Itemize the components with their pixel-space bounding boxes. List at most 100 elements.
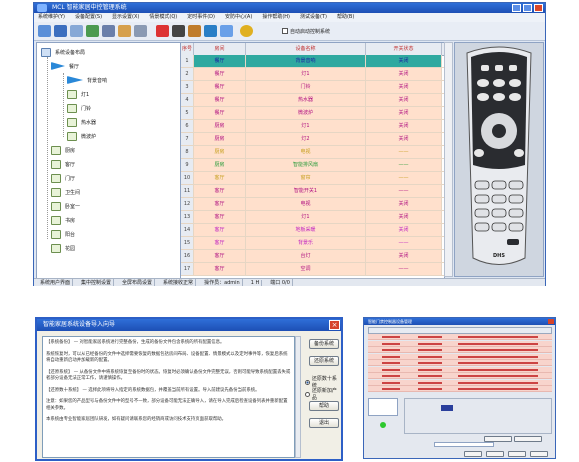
grid-row[interactable]: 7 厨房 灯2 关闭 xyxy=(181,133,444,146)
row-device: 热水器 xyxy=(246,94,366,106)
exit-button[interactable]: 退出 xyxy=(309,418,339,428)
grid-row[interactable]: 10 客厅 窗帘 —— xyxy=(181,172,444,185)
tree-item-label: 阳台 xyxy=(65,231,76,238)
small-table-row[interactable] xyxy=(368,334,552,340)
help-icon[interactable] xyxy=(240,25,253,37)
small-cancel-button[interactable] xyxy=(508,451,526,457)
device-icon xyxy=(51,173,61,183)
restore-button[interactable]: 还原系统 xyxy=(309,356,339,366)
backup-button[interactable]: 备份系统 xyxy=(309,339,339,349)
grid-scrollbar[interactable] xyxy=(444,42,453,277)
grid-row[interactable]: 17 客厅 空调 —— xyxy=(181,263,444,276)
small-table-row[interactable] xyxy=(368,347,552,353)
scene-icon[interactable] xyxy=(86,25,99,37)
dialog-scrollbar[interactable] xyxy=(295,336,301,458)
col-header-room[interactable]: 房间 xyxy=(194,43,246,55)
menu-item[interactable]: 设备配置(S) xyxy=(75,13,102,22)
menu-item[interactable]: 显示设置(X) xyxy=(112,13,139,22)
menu-item[interactable]: 系统维护(Y) xyxy=(38,13,65,22)
row-state: 关闭 xyxy=(366,120,442,132)
col-header-state[interactable]: 开关状态 xyxy=(366,43,442,55)
tree-item[interactable]: 花园 xyxy=(51,241,75,255)
help-button[interactable]: 帮助 xyxy=(309,401,339,411)
menu-item[interactable]: 情景模式(Q) xyxy=(149,13,177,22)
small-action-button-2[interactable] xyxy=(514,436,542,442)
small-list-box[interactable] xyxy=(368,398,398,416)
menu-item[interactable]: 安防中心(A) xyxy=(225,13,252,22)
row-device: 地板采暖 xyxy=(246,224,366,236)
tools-icon[interactable] xyxy=(70,25,83,37)
grid-row[interactable]: 4 餐厅 热水器 关闭 xyxy=(181,94,444,107)
radio-restore-new[interactable]: 还原新加产品 xyxy=(305,387,341,401)
document-icon[interactable] xyxy=(188,25,201,37)
tree-item[interactable]: 阳台 xyxy=(51,227,75,241)
col-header-no[interactable]: 序号 xyxy=(181,43,194,55)
small-table-row[interactable] xyxy=(368,386,552,392)
tree-item[interactable]: 微波炉 xyxy=(67,129,96,143)
small-ok-button[interactable] xyxy=(464,451,482,457)
tree-item[interactable]: 门铃 xyxy=(67,101,91,115)
small-table-row[interactable] xyxy=(368,360,552,366)
tree-item[interactable]: 门厅 xyxy=(51,171,75,185)
small-table-row[interactable] xyxy=(368,340,552,347)
row-state: 关闭 xyxy=(366,81,442,93)
small-table-row[interactable] xyxy=(368,353,552,360)
small-table-row[interactable] xyxy=(368,366,552,373)
edit-icon[interactable] xyxy=(118,25,131,37)
row-no: 3 xyxy=(181,81,194,93)
radio-restore-ten-indicator[interactable] xyxy=(305,379,310,385)
delete-icon[interactable] xyxy=(156,25,169,37)
grid-row[interactable]: 9 厨房 智能排风扇 —— xyxy=(181,159,444,172)
menu-item[interactable]: 操作帮助(H) xyxy=(262,13,290,22)
small-apply-button[interactable] xyxy=(486,451,504,457)
device-icon xyxy=(51,187,61,197)
tree-item[interactable]: 背景音响 xyxy=(67,73,107,87)
grid-row[interactable]: 1 餐厅 背景音响 关闭 xyxy=(181,55,444,68)
menu-item[interactable]: 帮助(B) xyxy=(337,13,354,22)
refresh-icon[interactable] xyxy=(220,25,233,37)
status-field: 系统接收正常 xyxy=(161,279,197,286)
tree-item[interactable]: 卫生间 xyxy=(51,185,80,199)
grid-row[interactable]: 5 餐厅 微波炉 关闭 xyxy=(181,107,444,120)
grid-row[interactable]: 14 客厅 地板采暖 关闭 xyxy=(181,224,444,237)
tree-item[interactable]: 热水器 xyxy=(67,115,96,129)
grid-row[interactable]: 15 客厅 背景乐 —— xyxy=(181,237,444,250)
network-icon[interactable] xyxy=(204,25,217,37)
grid-row[interactable]: 3 餐厅 门铃 关闭 xyxy=(181,81,444,94)
chart-icon[interactable] xyxy=(134,25,147,37)
user-icon[interactable] xyxy=(38,25,51,37)
close-button[interactable] xyxy=(534,4,543,12)
maximize-button[interactable] xyxy=(523,4,532,12)
tree-item[interactable]: 客厅 xyxy=(51,157,75,171)
grid-row[interactable]: 8 厨房 电视 —— xyxy=(181,146,444,159)
auto-start-checkbox[interactable] xyxy=(282,28,288,34)
tree-item[interactable]: 书房 xyxy=(51,213,75,227)
phone-icon[interactable] xyxy=(172,25,185,37)
minimize-button[interactable] xyxy=(512,4,521,12)
grid-row[interactable]: 6 厨房 灯1 关闭 xyxy=(181,120,444,133)
small-table-row[interactable] xyxy=(368,379,552,386)
grid-row[interactable]: 2 餐厅 灯1 关闭 xyxy=(181,68,444,81)
auto-start-option[interactable]: 自动启动控制系统 xyxy=(282,26,330,36)
small-input[interactable] xyxy=(434,442,494,447)
dialog-close-button[interactable]: × xyxy=(329,320,340,330)
tree-item[interactable]: 灯1 xyxy=(67,87,89,101)
device-config-icon[interactable] xyxy=(54,25,67,37)
tree-item[interactable]: 卧室一 xyxy=(51,199,80,213)
tree-item[interactable]: 餐厅 xyxy=(51,59,79,73)
grid-row[interactable]: 12 客厅 电视 关闭 xyxy=(181,198,444,211)
grid-row[interactable]: 16 客厅 台灯 关闭 xyxy=(181,250,444,263)
tree-item[interactable]: 厨房 xyxy=(51,143,75,157)
menu-item[interactable]: 测试设备(T) xyxy=(300,13,327,22)
row-device: 电视 xyxy=(246,198,366,210)
small-exit-button[interactable] xyxy=(530,451,548,457)
small-close-button[interactable] xyxy=(548,319,554,324)
menu-item[interactable]: 定时事件(D) xyxy=(187,13,215,22)
col-header-device[interactable]: 设备名称 xyxy=(246,43,366,55)
radio-restore-new-indicator[interactable] xyxy=(305,391,310,397)
grid-row[interactable]: 13 客厅 灯1 关闭 xyxy=(181,211,444,224)
grid-row[interactable]: 11 客厅 智能开关1 —— xyxy=(181,185,444,198)
device-grid: 序号 房间 设备名称 开关状态 1 餐厅 背景音响 关闭 2 餐厅 灯1 关闭 3 餐厅 门铃 关闭 4… xyxy=(180,42,445,279)
schedule-icon[interactable] xyxy=(102,25,115,37)
small-table-row[interactable] xyxy=(368,373,552,379)
